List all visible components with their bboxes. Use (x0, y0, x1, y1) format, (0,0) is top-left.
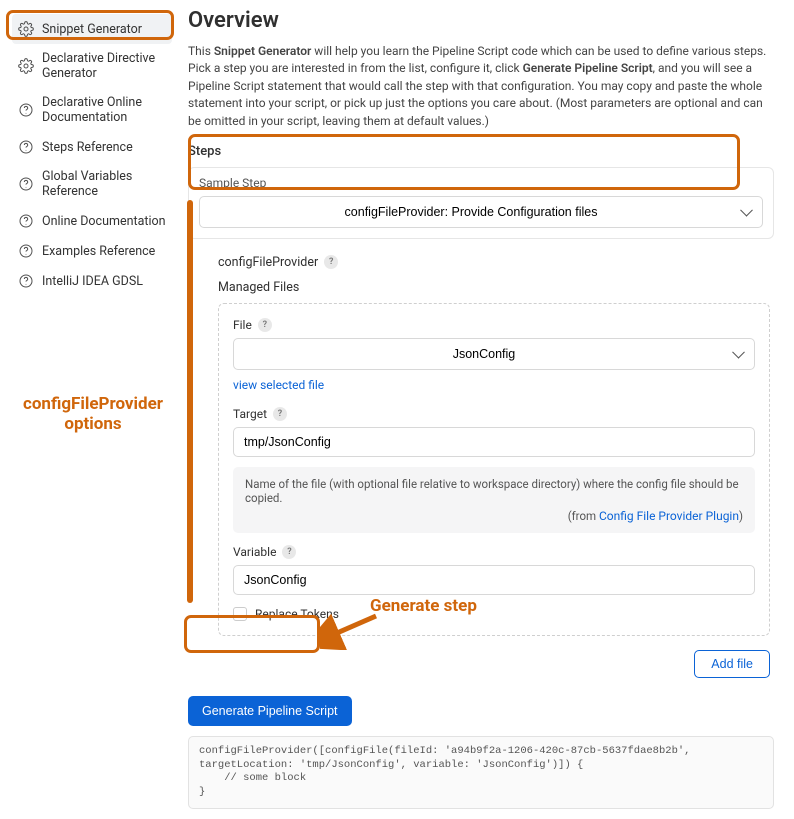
help-icon (18, 213, 34, 229)
sidebar-item-global-variables[interactable]: Global Variables Reference (12, 162, 172, 206)
sidebar-item-declarative-online-doc[interactable]: Declarative Online Documentation (12, 88, 172, 132)
sidebar-item-steps-reference[interactable]: Steps Reference (12, 132, 172, 162)
config-file-provider-plugin-link[interactable]: Config File Provider Plugin (599, 509, 739, 523)
add-file-button[interactable]: Add file (694, 650, 770, 678)
replace-tokens-label: Replace Tokens (255, 607, 339, 621)
sidebar: Snippet Generator Declarative Directive … (0, 0, 178, 819)
target-label: Target (233, 407, 267, 421)
sample-step-panel: Sample Step configFileProvider: Provide … (188, 167, 774, 239)
help-icon[interactable]: ? (324, 255, 338, 269)
sidebar-item-examples-reference[interactable]: Examples Reference (12, 236, 172, 266)
sidebar-item-label: Steps Reference (42, 140, 133, 155)
sidebar-item-label: Declarative Directive Generator (42, 51, 166, 81)
managed-files-label: Managed Files (218, 280, 770, 295)
sidebar-item-label: Examples Reference (42, 244, 155, 259)
file-select[interactable]: JsonConfig (233, 338, 755, 370)
help-icon[interactable]: ? (282, 545, 296, 559)
variable-input[interactable] (233, 565, 755, 595)
help-icon (18, 243, 34, 259)
replace-tokens-checkbox[interactable] (233, 607, 247, 621)
sidebar-item-label: IntelliJ IDEA GDSL (42, 274, 143, 289)
sidebar-item-declarative-directive[interactable]: Declarative Directive Generator (12, 44, 172, 88)
gear-icon (18, 21, 34, 37)
page-title: Overview (188, 8, 774, 33)
sidebar-item-label: Global Variables Reference (42, 169, 166, 199)
sample-step-label: Sample Step (199, 176, 763, 190)
generated-script-output[interactable]: configFileProvider([configFile(fileId: '… (188, 736, 774, 809)
file-label: File (233, 318, 252, 332)
help-icon (18, 176, 34, 192)
generate-pipeline-script-button[interactable]: Generate Pipeline Script (188, 696, 352, 726)
sidebar-item-snippet-generator[interactable]: Snippet Generator (12, 14, 172, 44)
view-selected-file-link[interactable]: view selected file (233, 378, 324, 392)
sample-step-select[interactable]: configFileProvider: Provide Configuratio… (199, 196, 763, 228)
steps-heading: Steps (188, 144, 774, 159)
intro-text: This Snippet Generator will help you lea… (188, 43, 774, 130)
sidebar-item-label: Online Documentation (42, 214, 166, 229)
target-help-note: Name of the file (with optional file rel… (233, 467, 755, 533)
target-input[interactable] (233, 427, 755, 457)
sidebar-item-online-doc[interactable]: Online Documentation (12, 206, 172, 236)
help-icon (18, 273, 34, 289)
sidebar-item-label: Declarative Online Documentation (42, 95, 166, 125)
main-content: Overview This Snippet Generator will hel… (178, 0, 794, 819)
gear-icon (18, 58, 34, 74)
variable-label: Variable (233, 545, 276, 559)
help-icon (18, 102, 34, 118)
sidebar-item-intellij-gdsl[interactable]: IntelliJ IDEA GDSL (12, 266, 172, 296)
config-block: configFileProvider ? Managed Files File … (188, 251, 774, 686)
help-icon[interactable]: ? (273, 407, 287, 421)
managed-file-entry: File ? JsonConfig view selected file Tar… (218, 303, 770, 636)
help-icon (18, 139, 34, 155)
help-icon[interactable]: ? (258, 318, 272, 332)
sidebar-item-label: Snippet Generator (42, 22, 142, 37)
config-header-label: configFileProvider (218, 255, 318, 270)
